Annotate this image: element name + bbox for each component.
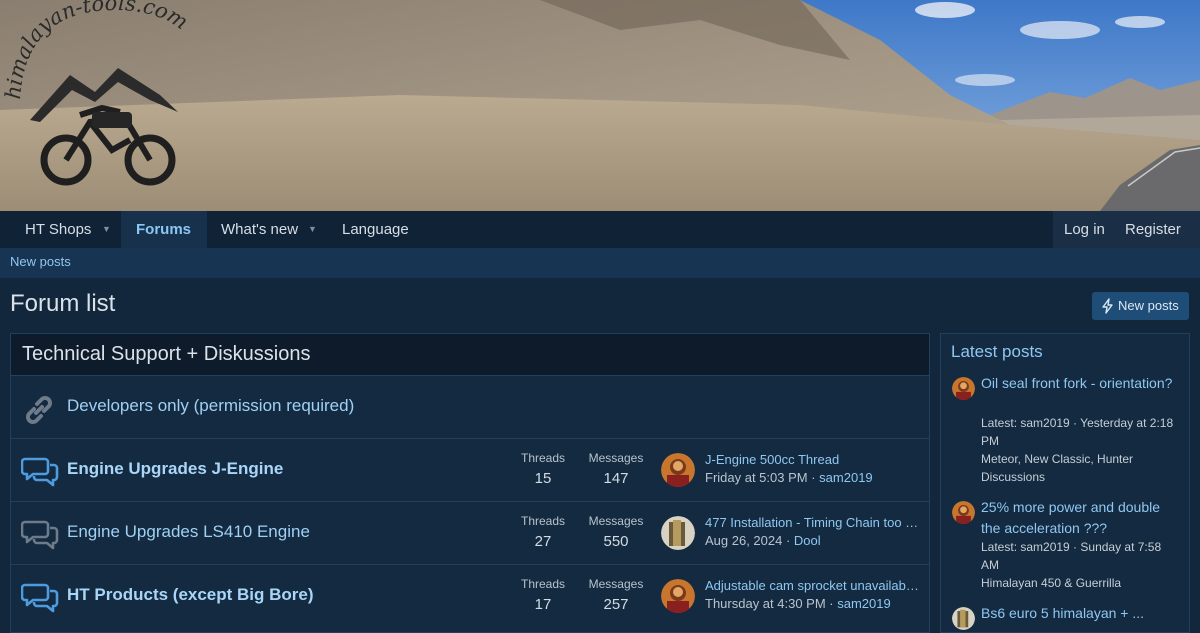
latest-posts-sidebar: Latest posts Oil seal front fork - orien…	[940, 333, 1190, 633]
sidebar-post-title[interactable]: Bs6 euro 5 himalayan + ...	[981, 603, 1181, 624]
nav-language[interactable]: Language	[342, 211, 409, 248]
sidebar-post-forum[interactable]: Himalayan 450 & Guerrilla	[981, 574, 1181, 592]
last-post-user[interactable]: Dool	[794, 533, 821, 548]
forum-category-block: Technical Support + Diskussions Develope…	[10, 333, 930, 633]
messages-label: Messages	[588, 451, 644, 465]
threads-label: Threads	[520, 451, 566, 465]
sidebar-post-meta: Latest: sam2019 · Yesterday at 2:18 PM	[981, 416, 1174, 448]
sidebar-title[interactable]: Latest posts	[951, 342, 1043, 362]
last-post-date[interactable]: Aug 26, 2024	[705, 533, 782, 548]
nav-whats-new[interactable]: What's new	[221, 211, 298, 248]
threads-count: 27	[534, 533, 552, 550]
account-links: Log in Register	[1053, 211, 1200, 248]
avatar[interactable]	[661, 516, 695, 550]
page-title: Forum list	[10, 290, 116, 317]
chevron-down-icon[interactable]: ▼	[102, 211, 111, 248]
chat-bubbles-icon	[21, 583, 59, 613]
forum-node-title[interactable]: Developers only (permission required)	[67, 396, 354, 416]
last-post-title[interactable]: J-Engine 500cc Thread	[705, 452, 919, 467]
sidebar-post-forum[interactable]: Meteor, New Classic, Hunter Discussions	[981, 450, 1181, 486]
threads-label: Threads	[520, 514, 566, 528]
link-icon	[26, 396, 52, 424]
category-header: Technical Support + Diskussions	[11, 334, 929, 375]
sidebar-post-title[interactable]: 25% more power and double the accelerati…	[981, 497, 1181, 539]
messages-label: Messages	[588, 514, 644, 528]
avatar[interactable]	[661, 453, 695, 487]
category-title[interactable]: Technical Support + Diskussions	[22, 343, 310, 366]
messages-count: 550	[603, 533, 629, 550]
messages-count: 257	[603, 596, 629, 613]
messages-count: 147	[603, 470, 629, 487]
last-post-meta: Thursday at 4:30 PM · sam2019	[705, 596, 891, 611]
forum-node[interactable]: Engine Upgrades J-Engine Threads 15 Mess…	[11, 438, 929, 501]
avatar[interactable]	[952, 607, 975, 630]
main-navigation: HT Shops ▼ Forums What's new ▼ Language …	[0, 211, 1200, 248]
last-post-title[interactable]: Adjustable cam sprocket unavailabl...	[705, 578, 919, 593]
forum-node-link[interactable]: Developers only (permission required)	[11, 375, 929, 438]
last-post-date[interactable]: Thursday at 4:30 PM	[705, 596, 826, 611]
nav-forums[interactable]: Forums	[121, 211, 207, 248]
chat-bubbles-icon	[21, 457, 59, 487]
avatar[interactable]	[952, 501, 975, 524]
chevron-down-icon[interactable]: ▼	[308, 211, 317, 248]
last-post-user[interactable]: sam2019	[819, 470, 872, 485]
threads-count: 15	[534, 470, 552, 487]
threads-count: 17	[534, 596, 552, 613]
register-link[interactable]: Register	[1125, 211, 1181, 248]
forum-node-title[interactable]: Engine Upgrades LS410 Engine	[67, 522, 310, 542]
new-posts-button-label: New posts	[1118, 298, 1179, 313]
chat-bubbles-icon	[21, 520, 59, 550]
forum-node-title[interactable]: HT Products (except Big Bore)	[67, 585, 314, 605]
sub-navigation: New posts	[0, 248, 1200, 278]
login-link[interactable]: Log in	[1064, 211, 1105, 248]
subnav-new-posts-link[interactable]: New posts	[10, 248, 71, 276]
header-banner: himalayan-tools.com	[0, 0, 1200, 211]
last-post-user[interactable]: sam2019	[837, 596, 890, 611]
svg-text:himalayan-tools.com: himalayan-tools.com	[1, 0, 192, 100]
last-post-title[interactable]: 477 Installation - Timing Chain too s...	[705, 515, 919, 530]
forum-node-title[interactable]: Engine Upgrades J-Engine	[67, 459, 283, 479]
sidebar-post-title[interactable]: Oil seal front fork - orientation?	[981, 373, 1181, 394]
threads-label: Threads	[520, 577, 566, 591]
sidebar-post-meta: Latest: sam2019 · Sunday at 7:58 AM	[981, 540, 1162, 572]
nav-ht-shops[interactable]: HT Shops	[25, 211, 91, 248]
forum-node[interactable]: HT Products (except Big Bore) Threads 17…	[11, 564, 929, 627]
avatar[interactable]	[661, 579, 695, 613]
last-post-meta: Aug 26, 2024 · Dool	[705, 533, 821, 548]
last-post-date[interactable]: Friday at 5:03 PM	[705, 470, 808, 485]
last-post-meta: Friday at 5:03 PM · sam2019	[705, 470, 873, 485]
new-posts-button[interactable]: New posts	[1092, 292, 1189, 320]
site-logo[interactable]: himalayan-tools.com	[0, 0, 230, 205]
forum-node[interactable]: Engine Upgrades LS410 Engine Threads 27 …	[11, 501, 929, 564]
avatar[interactable]	[952, 377, 975, 400]
lightning-bolt-icon	[1102, 298, 1113, 314]
messages-label: Messages	[588, 577, 644, 591]
